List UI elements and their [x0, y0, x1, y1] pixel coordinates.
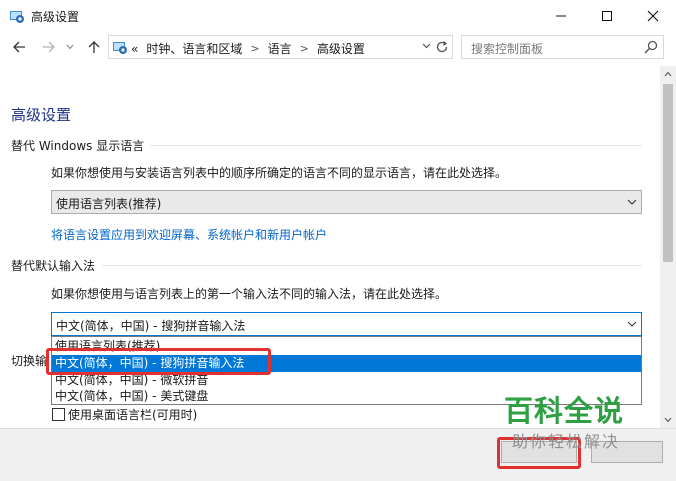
chevron-down-icon [66, 44, 74, 50]
display-language-select[interactable]: 使用语言列表(推荐) [51, 190, 642, 214]
desktop-language-bar-label[interactable]: 使用桌面语言栏(可用时) [68, 406, 197, 423]
address-bar[interactable]: « 时钟、语言和区域 > 语言 > 高级设置 [108, 35, 453, 59]
breadcrumb-separator-icon[interactable]: > [250, 42, 259, 55]
control-panel-icon [10, 11, 24, 23]
apply-language-settings-link[interactable]: 将语言设置应用到欢迎屏幕、系统帐户和新用户帐户 [51, 226, 327, 243]
recent-locations-button[interactable] [64, 38, 76, 56]
scroll-down-icon [664, 417, 672, 423]
search-input[interactable]: 搜索控制面板 [461, 35, 664, 59]
chevron-down-icon [627, 321, 637, 327]
close-button[interactable] [630, 0, 676, 32]
back-button[interactable] [10, 38, 28, 56]
arrow-right-icon [43, 41, 55, 53]
scrollbar-thumb[interactable] [663, 84, 673, 262]
default-input-section-title: 替代默认输入法 [11, 259, 96, 273]
forward-button[interactable] [40, 38, 58, 56]
title-bar: 高级设置 [0, 0, 676, 32]
default-input-select[interactable]: 中文(简体，中国) - 搜狗拼音输入法 [51, 312, 642, 336]
scroll-up-button[interactable] [660, 66, 676, 82]
window-title: 高级设置 [31, 10, 80, 24]
vertical-scrollbar[interactable] [660, 66, 676, 428]
breadcrumb-overflow[interactable]: « [131, 42, 138, 56]
desktop-language-bar-checkbox[interactable] [52, 408, 65, 421]
display-language-section-title: 替代 Windows 显示语言 [11, 139, 145, 153]
content-pane: 高级设置 替代 Windows 显示语言 如果你想使用与安装语言列表中的顺序所确… [0, 66, 660, 428]
breadcrumb-item-advanced-settings[interactable]: 高级设置 [317, 40, 365, 57]
default-input-description: 如果你想使用与语言列表上的第一个输入法不同的输入法，请在此处选择。 [51, 287, 448, 301]
display-language-description: 如果你想使用与安装语言列表中的顺序所确定的语言不同的显示语言，请在此处选择。 [51, 166, 508, 180]
display-language-selected: 使用语言列表(推荐) [56, 197, 162, 211]
default-input-selected: 中文(简体，中国) - 搜狗拼音输入法 [56, 319, 246, 333]
breadcrumb: « 时钟、语言和区域 > 语言 > 高级设置 [131, 40, 365, 57]
page-title: 高级设置 [11, 106, 72, 124]
minimize-button[interactable] [538, 0, 584, 32]
arrow-up-icon [88, 41, 100, 53]
breadcrumb-item-language[interactable]: 语言 [268, 40, 292, 57]
watermark-title: 百科全说 [504, 394, 625, 428]
search-icon [644, 40, 658, 54]
search-placeholder: 搜索控制面板 [471, 42, 544, 56]
breadcrumb-separator-icon[interactable]: > [300, 42, 309, 55]
up-button[interactable] [85, 38, 103, 56]
watermark-subtitle: 助你轻松解决 [512, 432, 621, 451]
arrow-left-icon [13, 41, 25, 53]
scroll-down-button[interactable] [660, 412, 676, 428]
control-panel-icon [113, 42, 127, 54]
maximize-icon [602, 11, 612, 21]
address-dropdown-icon[interactable] [422, 41, 431, 50]
refresh-icon[interactable] [434, 39, 450, 55]
switch-input-section-title: 切换输 [11, 354, 48, 368]
close-icon [647, 10, 659, 22]
maximize-button[interactable] [584, 0, 630, 32]
breadcrumb-item-clock-language-region[interactable]: 时钟、语言和区域 [146, 40, 242, 57]
section-divider [102, 265, 642, 266]
section-divider [150, 145, 642, 146]
highlight-annotation [46, 348, 271, 375]
minimize-icon [556, 15, 566, 17]
chevron-down-icon [627, 199, 637, 205]
scroll-up-icon [664, 71, 672, 77]
watermark-logo: 百科全说 助你轻松解决 [484, 382, 634, 454]
